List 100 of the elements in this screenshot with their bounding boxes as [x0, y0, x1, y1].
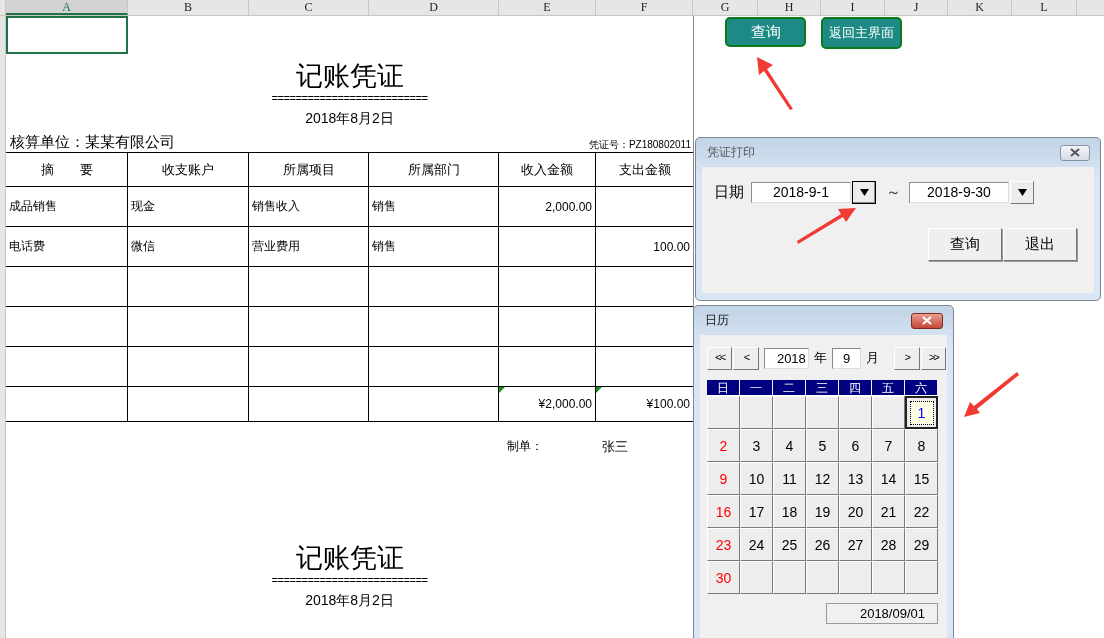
end-date-field[interactable]: 2018-9-30 [909, 182, 1009, 203]
day-cell[interactable]: 18 [773, 495, 806, 528]
accounting-unit: 核算单位：某某有限公司 [10, 132, 175, 152]
weekday-header: 日 [707, 380, 739, 396]
table-cell: 成品销售 [6, 187, 128, 227]
close-icon [921, 316, 933, 325]
day-cell[interactable]: 12 [806, 462, 839, 495]
day-cell[interactable]: 20 [839, 495, 872, 528]
table-cell: 微信 [128, 227, 249, 267]
column-header[interactable]: D [369, 0, 499, 15]
table-cell: 销售 [369, 227, 499, 267]
column-header[interactable]: J [885, 0, 948, 15]
close-button[interactable] [911, 312, 943, 329]
year-field[interactable]: 2018 [763, 347, 809, 369]
column-header[interactable]: E [499, 0, 596, 15]
voucher-number: 凭证号：PZ180802011 [588, 138, 692, 152]
day-cell[interactable]: 1 [905, 396, 938, 429]
weekday-header: 五 [872, 380, 904, 396]
exit-button[interactable]: 退出 [1003, 228, 1077, 261]
column-header[interactable]: G [693, 0, 758, 15]
day-cell[interactable]: 17 [740, 495, 773, 528]
column-header[interactable]: B [128, 0, 249, 15]
total-expense: ¥100.00 [646, 397, 690, 411]
error-indicator-icon [499, 387, 505, 393]
dialog-title: 凭证打印 [707, 144, 755, 161]
column-header[interactable]: K [948, 0, 1012, 15]
day-cell[interactable]: 5 [806, 429, 839, 462]
column-heading: 收支账户 [128, 153, 249, 187]
pointer-arrow [964, 372, 1019, 417]
column-header[interactable]: F [596, 0, 693, 15]
dropdown-button[interactable] [852, 181, 876, 204]
column-header[interactable]: C [249, 0, 369, 15]
weekday-header: 三 [806, 380, 838, 396]
day-cell[interactable]: 10 [740, 462, 773, 495]
year-label: 年 [813, 349, 827, 367]
selected-cell[interactable] [6, 16, 128, 54]
close-icon [1069, 148, 1081, 157]
day-cell[interactable]: 11 [773, 462, 806, 495]
weekday-header: 六 [905, 380, 937, 396]
day-cell[interactable]: 28 [872, 528, 905, 561]
start-date-field[interactable]: 2018-9-1 [751, 182, 851, 203]
title-underline: ========================== [271, 93, 428, 105]
next-button[interactable]: > [894, 346, 920, 370]
month-label: 月 [866, 349, 880, 367]
month-field[interactable]: 9 [831, 347, 862, 369]
day-cell[interactable]: 7 [872, 429, 905, 462]
dropdown-arrow-icon [859, 189, 869, 196]
table-cell: 销售收入 [249, 187, 369, 227]
day-cell[interactable]: 24 [740, 528, 773, 561]
maker-label: 制单： [506, 438, 543, 455]
previous-button[interactable]: << [707, 346, 733, 370]
table-cell: 销售 [369, 187, 499, 227]
column-header[interactable]: A [6, 0, 128, 15]
table-cell: 电话费 [6, 227, 128, 267]
day-cell[interactable]: 8 [905, 429, 938, 462]
voucher-title: 记账凭证 [295, 61, 404, 91]
day-cell[interactable]: 22 [905, 495, 938, 528]
day-cell[interactable]: 21 [872, 495, 905, 528]
error-indicator-icon [596, 387, 602, 393]
window-title: 日历 [705, 312, 729, 329]
table-cell: 2,000.00 [499, 187, 596, 227]
query-button[interactable]: 查询 [725, 17, 806, 47]
day-cell[interactable]: 26 [806, 528, 839, 561]
range-separator: ～ [886, 183, 901, 202]
day-cell[interactable]: 14 [872, 462, 905, 495]
weekday-header: 二 [773, 380, 805, 396]
title-underline: ========================== [271, 575, 428, 587]
dropdown-arrow-icon [1017, 189, 1027, 196]
date-label: 日期 [714, 183, 744, 202]
table-cell: 现金 [128, 187, 249, 227]
weekday-header: 一 [740, 380, 772, 396]
day-cell[interactable]: 4 [773, 429, 806, 462]
main-menu-button[interactable]: 返回主界面 [821, 17, 902, 49]
column-header[interactable]: I [821, 0, 885, 15]
day-cell[interactable]: 6 [839, 429, 872, 462]
selected-date-field: 2018/09/01 [826, 603, 938, 624]
query-button[interactable]: 查询 [928, 228, 1002, 261]
column-heading: 所属项目 [249, 153, 369, 187]
next-button[interactable]: >> [920, 346, 946, 370]
maker-name: 张三 [601, 438, 628, 456]
column-heading: 摘 要 [6, 153, 128, 187]
voucher-title: 记账凭证 [295, 543, 404, 573]
column-header[interactable]: L [1012, 0, 1077, 15]
weekday-header: 四 [839, 380, 871, 396]
column-header[interactable]: H [758, 0, 821, 15]
day-cell[interactable]: 19 [806, 495, 839, 528]
day-cell[interactable]: 27 [839, 528, 872, 561]
day-cell[interactable]: 13 [839, 462, 872, 495]
previous-button[interactable]: < [733, 346, 759, 370]
total-income: ¥2,000.00 [538, 397, 592, 411]
day-cell[interactable]: 25 [773, 528, 806, 561]
day-cell[interactable]: 29 [905, 528, 938, 561]
table-cell: 营业费用 [249, 227, 369, 267]
column-heading: 收入金额 [499, 153, 596, 187]
pointer-arrow [757, 57, 793, 110]
pointer-arrow [797, 208, 856, 244]
day-cell[interactable]: 15 [905, 462, 938, 495]
day-cell[interactable]: 3 [740, 429, 773, 462]
column-heading: 所属部门 [369, 153, 499, 187]
close-button[interactable] [1060, 144, 1090, 161]
